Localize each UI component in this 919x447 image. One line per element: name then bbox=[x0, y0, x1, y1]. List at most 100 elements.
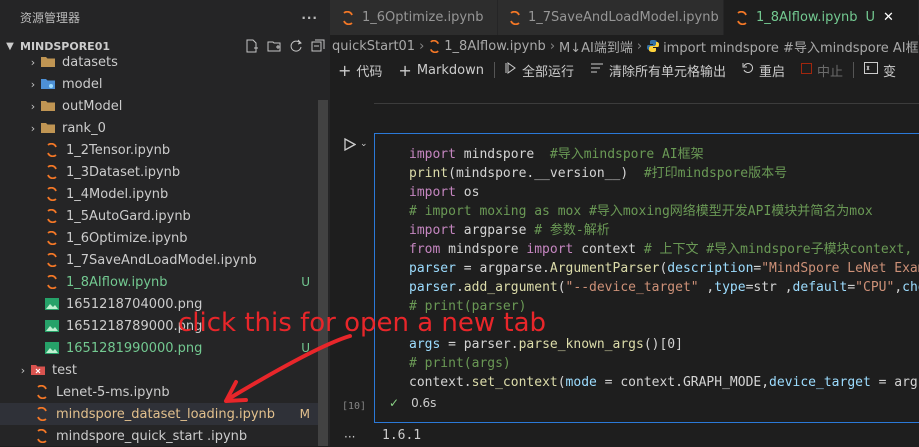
tree-item-notebook[interactable]: 1_4Model.ipynb bbox=[0, 183, 318, 205]
chevron-down-icon: ▼ bbox=[6, 40, 14, 52]
breadcrumb: quickStart01 › 1_8AIflow.ipynb › M↓AI端到端… bbox=[330, 35, 919, 57]
tree-item-notebook[interactable]: 1_3Dataset.ipynb bbox=[0, 161, 318, 183]
notebook-icon bbox=[44, 208, 60, 224]
annotation-text: click this for open a new tab bbox=[178, 308, 547, 338]
folder-icon bbox=[40, 98, 56, 114]
explorer-title: 资源管理器 bbox=[20, 11, 81, 25]
code-cell[interactable]: import mindspore #导入mindspore AI框架 print… bbox=[374, 133, 919, 423]
folder-icon bbox=[40, 76, 56, 92]
cell-output: 1.6.1 bbox=[382, 428, 422, 443]
run-all-button[interactable]: 全部运行 bbox=[497, 61, 582, 80]
tree-item-label: 1_5AutoGard.ipynb bbox=[66, 208, 191, 224]
sidebar-scrollbar[interactable] bbox=[318, 100, 328, 446]
tree-item-notebook[interactable]: Lenet-5-ms.ipynb bbox=[0, 381, 318, 403]
button-label: 重启 bbox=[759, 64, 786, 80]
interrupt-button[interactable]: 中止 bbox=[793, 61, 851, 80]
plus-icon: + bbox=[398, 60, 412, 80]
stop-icon bbox=[801, 62, 813, 78]
explorer-sidebar: 资源管理器 ··· ▼ MINDSPORE01 › datasets › mod… bbox=[0, 0, 330, 446]
chevron-right-icon: › bbox=[30, 77, 36, 91]
notebook-icon bbox=[44, 164, 60, 180]
chevron-down-icon[interactable]: ⌄ bbox=[360, 139, 368, 149]
add-code-cell-button[interactable]: + 代码 bbox=[330, 61, 390, 80]
execution-count: [10] bbox=[342, 401, 367, 412]
previous-cell bbox=[374, 83, 919, 104]
tree-item-label: 1_6Optimize.ipynb bbox=[66, 230, 188, 246]
tab-1-6optimize[interactable]: 1_6Optimize.ipynb bbox=[330, 0, 498, 35]
toolbar-divider bbox=[493, 62, 495, 78]
button-label: 代码 bbox=[356, 64, 383, 80]
tree-item-notebook[interactable]: 1_7SaveAndLoadModel.ipynb bbox=[0, 249, 318, 271]
notebook-editor: 1_6Optimize.ipynb 1_7SaveAndLoadModel.ip… bbox=[330, 0, 919, 446]
clear-outputs-button[interactable]: 清除所有单元格输出 bbox=[582, 61, 734, 80]
git-status-badge: U bbox=[301, 275, 310, 289]
tree-item-label: 1_8AIflow.ipynb bbox=[66, 274, 168, 290]
restart-icon bbox=[742, 62, 754, 78]
chevron-right-icon: › bbox=[636, 38, 643, 54]
run-all-icon bbox=[505, 62, 517, 78]
notebook-icon bbox=[44, 186, 60, 202]
folder-icon bbox=[40, 54, 56, 70]
notebook-icon bbox=[508, 10, 522, 26]
breadcrumb-file[interactable]: 1_8AIflow.ipynb bbox=[444, 39, 546, 54]
tree-item-label: model bbox=[62, 76, 103, 92]
clear-all-icon bbox=[590, 62, 604, 78]
tree-item-label: 1_7SaveAndLoadModel.ipynb bbox=[66, 252, 257, 268]
tab-1-8aiflow[interactable]: 1_8AIflow.ipynb U ✕ bbox=[724, 0, 919, 35]
add-markdown-cell-button[interactable]: + Markdown bbox=[390, 61, 492, 80]
tab-label: 1_7SaveAndLoadModel.ipynb bbox=[528, 10, 719, 25]
notebook-icon bbox=[34, 384, 50, 400]
tab-1-7saveandloadmodel[interactable]: 1_7SaveAndLoadModel.ipynb bbox=[498, 0, 724, 35]
tree-item-image-untracked[interactable]: 1651281990000.png U bbox=[0, 337, 318, 359]
toolbar-divider bbox=[853, 62, 855, 78]
output-toggle[interactable]: ··· bbox=[344, 430, 355, 444]
tree-item-notebook[interactable]: 1_2Tensor.ipynb bbox=[0, 139, 318, 161]
tab-label: 1_8AIflow.ipynb bbox=[756, 10, 858, 25]
tree-item-label: outModel bbox=[62, 98, 123, 114]
tree-item-label: rank_0 bbox=[62, 120, 106, 136]
notebook-icon bbox=[734, 10, 750, 26]
button-label: Markdown bbox=[416, 62, 484, 78]
tree-item-notebook[interactable]: mindspore_quick_start .ipynb bbox=[0, 425, 318, 447]
chevron-right-icon: › bbox=[20, 363, 26, 377]
breadcrumb-symbol[interactable]: import mindspore #导入mindspore AI框架 print bbox=[663, 37, 919, 56]
tree-item-test[interactable]: › test bbox=[0, 359, 318, 381]
notebook-toolbar: + 代码 + Markdown 全部运行 清除所有单元格输出 重启 中止 变 bbox=[330, 57, 919, 83]
notebook-icon bbox=[428, 38, 441, 54]
git-status-badge: U bbox=[865, 10, 876, 25]
more-actions-button[interactable]: ··· bbox=[301, 11, 318, 25]
explorer-title-bar: 资源管理器 ··· bbox=[0, 0, 330, 35]
tree-item-label: test bbox=[52, 362, 77, 378]
tree-item-label: 1_2Tensor.ipynb bbox=[66, 142, 171, 158]
close-tab-icon[interactable]: ✕ bbox=[883, 10, 894, 25]
button-label: 变 bbox=[883, 64, 897, 80]
breadcrumb-section[interactable]: M↓AI端到端 bbox=[559, 37, 633, 56]
git-status-badge: M bbox=[299, 407, 310, 421]
tree-item-outmodel[interactable]: › outModel bbox=[0, 95, 318, 117]
tree-item-datasets[interactable]: › datasets bbox=[0, 51, 318, 73]
variables-button[interactable]: 变 bbox=[856, 61, 904, 80]
tree-item-label: Lenet-5-ms.ipynb bbox=[56, 384, 170, 400]
restart-button[interactable]: 重启 bbox=[734, 61, 793, 80]
button-label: 全部运行 bbox=[521, 64, 574, 80]
image-icon bbox=[44, 296, 60, 312]
cell-status-bar: ✓ 0.6s bbox=[389, 396, 436, 410]
tree-item-notebook[interactable]: 1_5AutoGard.ipynb bbox=[0, 205, 318, 227]
code-editor[interactable]: import mindspore #导入mindspore AI框架 print… bbox=[409, 145, 919, 392]
tree-item-notebook-untracked[interactable]: 1_8AIflow.ipynb U bbox=[0, 271, 318, 293]
button-label: 清除所有单元格输出 bbox=[608, 64, 726, 80]
run-cell-icon[interactable] bbox=[344, 137, 357, 154]
tree-item-model[interactable]: › model bbox=[0, 73, 318, 95]
editor-tabs: 1_6Optimize.ipynb 1_7SaveAndLoadModel.ip… bbox=[330, 0, 919, 35]
cell-gutter: ⌄ [10] bbox=[330, 133, 374, 423]
tree-item-rank0[interactable]: › rank_0 bbox=[0, 117, 318, 139]
image-icon bbox=[44, 340, 60, 356]
chevron-right-icon: › bbox=[549, 38, 556, 54]
tree-item-notebook-modified[interactable]: mindspore_dataset_loading.ipynb M bbox=[0, 403, 318, 425]
chevron-right-icon: › bbox=[30, 55, 36, 69]
success-check-icon: ✓ bbox=[389, 396, 400, 410]
git-status-badge: U bbox=[301, 341, 310, 355]
breadcrumb-folder[interactable]: quickStart01 bbox=[332, 39, 415, 54]
tree-item-notebook[interactable]: 1_6Optimize.ipynb bbox=[0, 227, 318, 249]
chevron-right-icon: › bbox=[30, 121, 36, 135]
